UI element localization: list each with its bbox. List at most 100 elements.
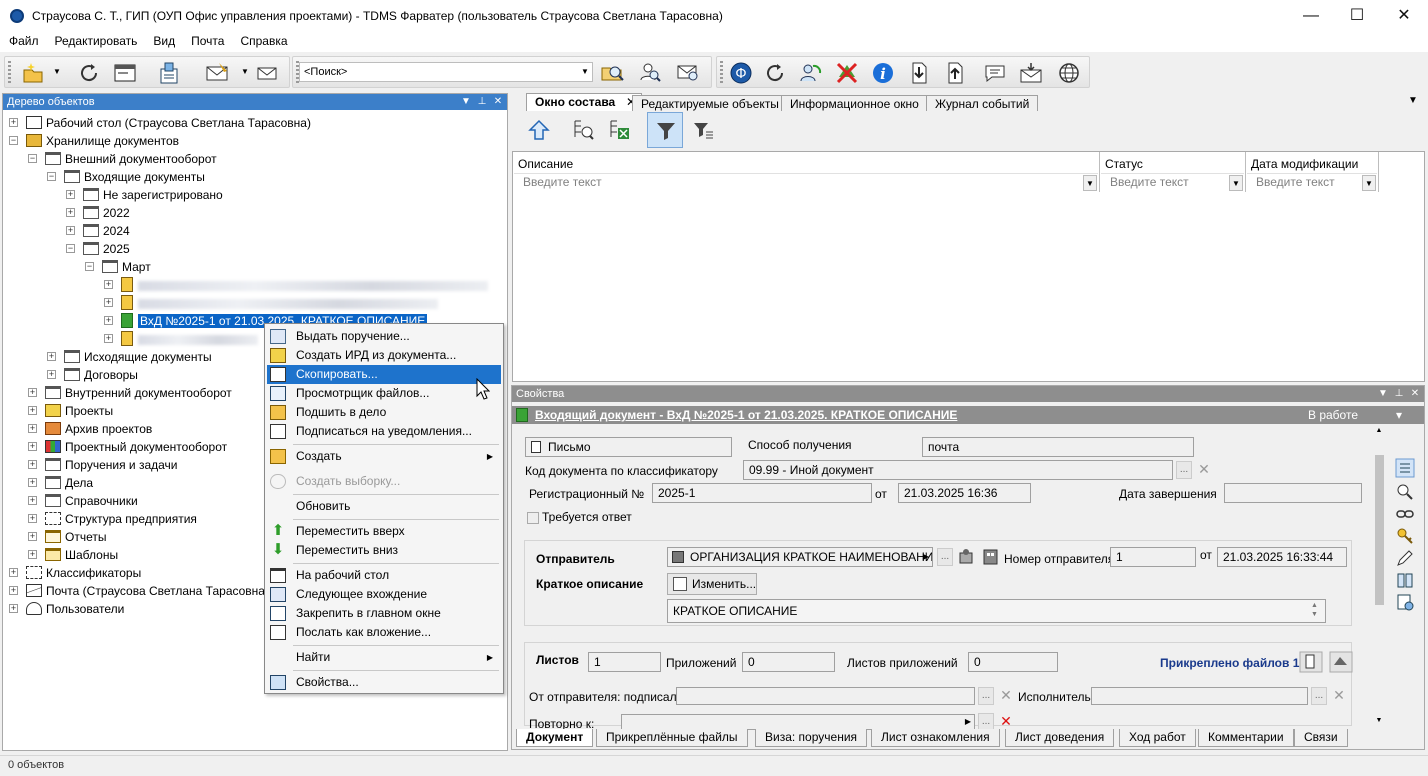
menu-item-properties[interactable]: Свойства... bbox=[267, 673, 501, 692]
expand-icon[interactable]: + bbox=[47, 352, 56, 361]
menu-item-create-ird[interactable]: Создать ИРД из документа... bbox=[267, 346, 501, 365]
reg-number-field[interactable]: 2025-1 bbox=[652, 483, 872, 503]
tab-composition[interactable]: Окно состава ✕ bbox=[526, 93, 642, 112]
expand-icon[interactable]: + bbox=[47, 370, 56, 379]
tab-acquaintance-sheet[interactable]: Лист ознакомления bbox=[871, 729, 1000, 747]
attachments-field[interactable]: 0 bbox=[742, 652, 835, 672]
filter-dropdown-icon[interactable]: ▼ bbox=[1362, 175, 1376, 191]
scroll-thumb[interactable] bbox=[1375, 455, 1384, 605]
signed-by-browse-button[interactable]: ... bbox=[978, 687, 994, 705]
expand-icon[interactable]: + bbox=[28, 532, 37, 541]
tab-comments[interactable]: Комментарии bbox=[1198, 729, 1294, 747]
executor-browse-button[interactable]: ... bbox=[1311, 687, 1327, 705]
menu-item-subscribe[interactable]: Подписаться на уведомления... bbox=[267, 422, 501, 441]
tab-links[interactable]: Связи bbox=[1294, 729, 1348, 747]
app-logo-icon[interactable]: Ф bbox=[729, 61, 753, 85]
tree-item-cases[interactable]: + Дела bbox=[28, 474, 93, 492]
tree-item-incoming[interactable]: − Входящие документы bbox=[47, 168, 205, 186]
files-scan-icon[interactable] bbox=[1299, 651, 1323, 673]
search-mail-icon[interactable] bbox=[676, 60, 700, 84]
repeat-to-field[interactable]: ▶ bbox=[621, 714, 975, 730]
properties-icon[interactable] bbox=[157, 61, 181, 85]
menu-item-pin-main[interactable]: Закрепить в главном окне bbox=[267, 604, 501, 623]
sender-card-icon[interactable] bbox=[957, 547, 977, 567]
export-icon[interactable] bbox=[943, 61, 967, 85]
sender-dropdown-icon[interactable]: ▶ bbox=[923, 548, 929, 566]
collapse-icon[interactable]: − bbox=[28, 154, 37, 163]
menu-item-file-to-case[interactable]: Подшить в дело bbox=[267, 403, 501, 422]
tree-item-outgoing[interactable]: + Исходящие документы bbox=[47, 348, 212, 366]
close-button[interactable]: ✕ bbox=[1381, 0, 1427, 32]
expand-icon[interactable]: + bbox=[28, 442, 37, 451]
collapse-icon[interactable]: − bbox=[66, 244, 75, 253]
filter-dropdown-icon[interactable]: ▼ bbox=[1083, 175, 1097, 191]
column-description[interactable]: Описание Введите текст ▼ bbox=[513, 152, 1100, 192]
tree-item-templates[interactable]: + Шаблоны bbox=[28, 546, 118, 564]
menu-item-create[interactable]: Создать ▶ bbox=[267, 447, 501, 466]
expand-icon[interactable]: + bbox=[9, 604, 18, 613]
tree-item-projects-archive[interactable]: + Архив проектов bbox=[28, 420, 152, 438]
find-in-tree-icon[interactable] bbox=[571, 118, 595, 142]
collapse-icon[interactable]: − bbox=[85, 262, 94, 271]
expand-icon[interactable]: + bbox=[28, 550, 37, 559]
files-attach-icon[interactable] bbox=[1329, 651, 1353, 673]
menu-item-find[interactable]: Найти ▶ bbox=[267, 648, 501, 667]
sheets-field[interactable]: 1 bbox=[588, 652, 661, 672]
panel-close-icon[interactable]: ✕ bbox=[491, 94, 505, 110]
expand-icon[interactable]: + bbox=[28, 496, 37, 505]
tab-document[interactable]: Документ bbox=[516, 729, 594, 747]
tree-item-unregistered[interactable]: + Не зарегистрировано bbox=[66, 186, 223, 204]
expand-icon[interactable]: + bbox=[28, 478, 37, 487]
mail-incoming-icon[interactable] bbox=[1019, 61, 1043, 85]
object-title-link[interactable]: Входящий документ - ВхД №2025-1 от 21.03… bbox=[535, 406, 957, 424]
sender-org-icon[interactable] bbox=[981, 547, 1001, 567]
menu-view[interactable]: Вид bbox=[144, 32, 182, 48]
pin-icon[interactable]: ⊥ bbox=[1392, 386, 1406, 402]
expand-icon[interactable]: + bbox=[104, 316, 113, 325]
pin-icon[interactable]: ⊥ bbox=[475, 94, 489, 110]
menu-item-move-down[interactable]: ⬇ Переместить вниз bbox=[267, 541, 501, 560]
expand-icon[interactable]: + bbox=[28, 406, 37, 415]
tree-item-structure[interactable]: + Структура предприятия bbox=[28, 510, 197, 528]
message-icon[interactable] bbox=[983, 61, 1007, 85]
signed-by-field[interactable] bbox=[676, 687, 975, 705]
expand-icon[interactable]: + bbox=[9, 568, 18, 577]
expand-icon[interactable]: + bbox=[66, 208, 75, 217]
maximize-button[interactable]: ☐ bbox=[1334, 0, 1380, 32]
side-properties-icon[interactable] bbox=[1395, 458, 1415, 478]
search-input[interactable]: <Поиск> ▼ bbox=[299, 62, 593, 82]
expand-icon[interactable]: + bbox=[104, 280, 113, 289]
side-link-icon[interactable] bbox=[1395, 504, 1415, 524]
expand-icon[interactable]: + bbox=[28, 460, 37, 469]
menu-mail[interactable]: Почта bbox=[182, 32, 231, 48]
classifier-browse-button[interactable]: ... bbox=[1176, 461, 1192, 479]
panel-close-icon[interactable]: ✕ bbox=[1408, 386, 1422, 402]
executor-clear-icon[interactable]: ✕ bbox=[1331, 687, 1347, 705]
tree-item-contracts[interactable]: + Договоры bbox=[47, 366, 138, 384]
sender-number-field[interactable]: 1 bbox=[1110, 547, 1196, 567]
tree-item-document-blurred[interactable]: + bbox=[104, 330, 258, 348]
search-dropdown-icon[interactable]: ▼ bbox=[578, 63, 592, 81]
tree-item-2022[interactable]: +2022 bbox=[66, 204, 130, 222]
globe-icon[interactable] bbox=[1057, 61, 1081, 85]
end-date-field[interactable] bbox=[1224, 483, 1362, 503]
doc-kind-field[interactable]: Письмо bbox=[525, 437, 732, 457]
search-user-icon[interactable] bbox=[638, 60, 662, 84]
side-search-icon[interactable] bbox=[1395, 482, 1415, 502]
tree-item-refs[interactable]: + Справочники bbox=[28, 492, 138, 510]
sender-browse-button[interactable]: ... bbox=[937, 548, 953, 566]
reply-required-checkbox[interactable] bbox=[527, 512, 539, 524]
tab-notification-sheet[interactable]: Лист доведения bbox=[1005, 729, 1115, 747]
window-view-icon[interactable] bbox=[113, 61, 137, 85]
tab-event-log[interactable]: Журнал событий bbox=[926, 95, 1039, 112]
expand-icon[interactable]: + bbox=[9, 118, 18, 127]
menu-edit[interactable]: Редактировать bbox=[46, 32, 145, 48]
tree-item-tasks[interactable]: + Поручения и задачи bbox=[28, 456, 178, 474]
side-key-icon[interactable] bbox=[1395, 526, 1415, 546]
menu-item-refresh[interactable]: Обновить bbox=[267, 497, 501, 516]
new-object-icon[interactable] bbox=[21, 61, 45, 85]
collapse-icon[interactable]: − bbox=[47, 172, 56, 181]
menu-item-to-desktop[interactable]: На рабочий стол bbox=[267, 566, 501, 585]
menu-item-send-attachment[interactable]: Послать как вложение... bbox=[267, 623, 501, 642]
attached-files-link[interactable]: Прикреплено файлов 1 bbox=[1160, 656, 1299, 670]
